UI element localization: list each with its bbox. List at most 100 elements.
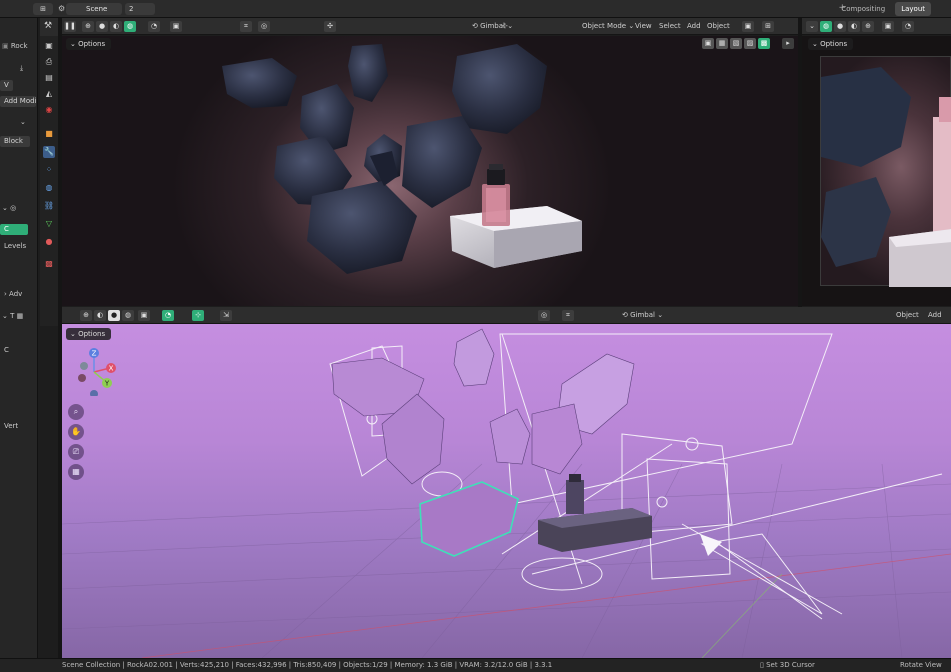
scene-icon: ⚙ (58, 4, 66, 13)
advanced-section[interactable]: › Adv (4, 290, 22, 298)
bottle-wire (566, 480, 584, 514)
area-divider[interactable] (798, 18, 802, 307)
perspective-grid-icon[interactable]: ▦ (68, 464, 84, 480)
data-tab-icon[interactable]: ▽ (43, 218, 55, 230)
modifier-tab-icon[interactable]: 🔧 (43, 146, 55, 158)
solid-solid-button[interactable]: ◐ (94, 310, 106, 321)
solid-overlay-button[interactable]: ◔ (162, 310, 174, 321)
solid-gimbal[interactable]: ⟲ Gimbal ⌄ (622, 310, 663, 321)
camera-scene (821, 67, 951, 287)
scene-selector[interactable]: Scene (66, 3, 122, 15)
subpanel-header[interactable]: ⌄ T ▦ (2, 312, 23, 320)
output-tab-icon[interactable]: ⎙ (43, 56, 55, 68)
overlay-button[interactable]: ◔ (148, 21, 160, 32)
solid-snap-button[interactable]: ⌗ (562, 310, 574, 321)
menu-object-mode[interactable]: Object Mode ⌄ (582, 21, 634, 32)
tab-layout[interactable]: Layout (895, 2, 931, 16)
material-tab-icon[interactable]: ● (43, 236, 55, 248)
solid-wire-button[interactable]: ⊕ (80, 310, 92, 321)
texture-tab-icon[interactable]: ▩ (43, 258, 55, 270)
pause-render-button[interactable]: ❚❚ (64, 21, 76, 32)
world-tab-icon[interactable]: ◉ (43, 104, 55, 116)
editor-type-3d-icon[interactable]: ⊞ (762, 21, 774, 32)
view-layer-value: 2 (129, 5, 134, 13)
editor-type-selector[interactable]: ⊞ (33, 3, 53, 15)
solid-xray-button[interactable]: ▣ (138, 310, 150, 321)
mode-icon[interactable]: ▣ (742, 21, 754, 32)
solid-menu-object[interactable]: Object (896, 310, 919, 321)
area-divider[interactable] (58, 18, 62, 658)
pivot-button[interactable]: ✣ (324, 21, 336, 32)
menu-object[interactable]: Object (707, 21, 730, 32)
modifier-expand-icon[interactable]: ⌄ (20, 118, 26, 126)
side-rendered-button[interactable]: ◍ (820, 21, 832, 32)
settings-row-icons[interactable]: ⌄ ◎ (2, 204, 16, 212)
shading-solid-button[interactable]: ● (96, 21, 108, 32)
solid-active-button[interactable]: ● (108, 310, 120, 321)
x-axis-line (141, 553, 951, 658)
shading-rendered-button[interactable]: ◍ (124, 21, 136, 32)
scene-name: Scene (86, 5, 108, 13)
axis-gizmo[interactable]: Z X Y (70, 346, 120, 396)
xray-button[interactable]: ▣ (170, 21, 182, 32)
proportional-button[interactable]: ◎ (258, 21, 270, 32)
levels-label: Levels (4, 242, 27, 250)
side-overlay-button[interactable]: ◔ (902, 21, 914, 32)
side-options-button[interactable]: ⌄ Options (808, 38, 854, 50)
menu-view[interactable]: View (635, 21, 652, 32)
tab-compositing[interactable]: Compositing (835, 2, 891, 16)
active-modifier-chip[interactable]: C (0, 224, 28, 235)
selected-rock[interactable] (419, 481, 519, 557)
render-viewport-header: ❚❚ ⊕ ● ◐ ◍ ◔ ▣ ⌗ ◎ ✣ ⟲ Gimbal ⌄ ⊹ Object… (62, 18, 798, 35)
side-xray-button[interactable]: ▣ (882, 21, 894, 32)
view-layer-tab-icon[interactable]: ▤ (43, 72, 55, 84)
physics-tab-icon[interactable]: ◍ (43, 182, 55, 194)
snap-button[interactable]: ⌗ (240, 21, 252, 32)
side-shading-button[interactable]: ⌄ (806, 21, 818, 32)
solid-rendered-button[interactable]: ◍ (122, 310, 134, 321)
rock (348, 44, 388, 102)
download-icon[interactable]: ⤓ (20, 64, 23, 73)
pan-hand-icon[interactable]: ✋ (68, 424, 84, 440)
solid-proportional-button[interactable]: ◎ (538, 310, 550, 321)
side-solid-button[interactable]: ● (834, 21, 846, 32)
menu-select[interactable]: Select (659, 21, 681, 32)
solid-gizmo-button[interactable]: ⊹ (192, 310, 204, 321)
solid-viewport-header: ⊕ ◐ ● ◍ ▣ ◔ ⊹ ⇲ ⟲ Gimbal ⌄ ⌗ ◎ Object Ad… (62, 307, 951, 324)
modifier-toggle[interactable]: V (0, 80, 13, 91)
camera-icon[interactable]: ⎚ (68, 444, 84, 460)
tool-icon[interactable]: ⚒ (44, 21, 52, 31)
solid-navigate-icon[interactable]: ⇲ (220, 310, 232, 321)
chevron-right-icon: › (4, 290, 7, 298)
scene-statistics: Scene Collection | RockA02.001 | Verts:4… (62, 661, 553, 669)
layout-viewport[interactable]: ⌄ Options Z X Y ⌕ ✋ ⎚ ▦ (62, 324, 951, 658)
object-tab-icon[interactable]: ■ (43, 128, 55, 140)
side-material-button[interactable]: ◐ (848, 21, 860, 32)
view-layer-field[interactable]: 2 (125, 3, 155, 15)
transform-icon[interactable]: ⊹ (502, 21, 508, 32)
constraints-tab-icon[interactable]: ⛓ (43, 200, 55, 212)
scene-tab-icon[interactable]: ◭ (43, 88, 55, 100)
zoom-icon[interactable]: ⌕ (68, 404, 84, 420)
add-modifier-button[interactable]: Add Modi (0, 96, 37, 107)
particles-tab-icon[interactable]: ⁘ (43, 164, 55, 176)
shading-wire-button[interactable]: ⊕ (82, 21, 94, 32)
rock (453, 328, 495, 387)
gizmo-z-label: Z (92, 350, 97, 358)
gizmo-x-label: X (109, 365, 114, 373)
set-cursor-hint: ▯ Set 3D Cursor (760, 661, 815, 669)
render-tab-icon[interactable]: ▣ (43, 40, 55, 52)
side-wire-button[interactable]: ⊕ (862, 21, 874, 32)
top-bar: ⊞ ⚙ Scene 2 + Compositing Layout (0, 0, 951, 18)
status-bar: Scene Collection | RockA02.001 | Verts:4… (0, 658, 951, 672)
shading-material-button[interactable]: ◐ (110, 21, 122, 32)
blocks-button[interactable]: Block (0, 136, 30, 147)
render-viewport[interactable]: ⌄ Options ▣ ▦ ▧ ▨ ▩ ▸ (62, 36, 798, 306)
rock (452, 44, 547, 134)
rotate-view-hint: Rotate View (900, 661, 942, 669)
camera-viewport[interactable]: ⌄ Options (802, 36, 951, 306)
render-scene (222, 44, 582, 274)
menu-add[interactable]: Add (687, 21, 701, 32)
pedestal-block (538, 474, 652, 552)
solid-menu-add[interactable]: Add (928, 310, 942, 321)
